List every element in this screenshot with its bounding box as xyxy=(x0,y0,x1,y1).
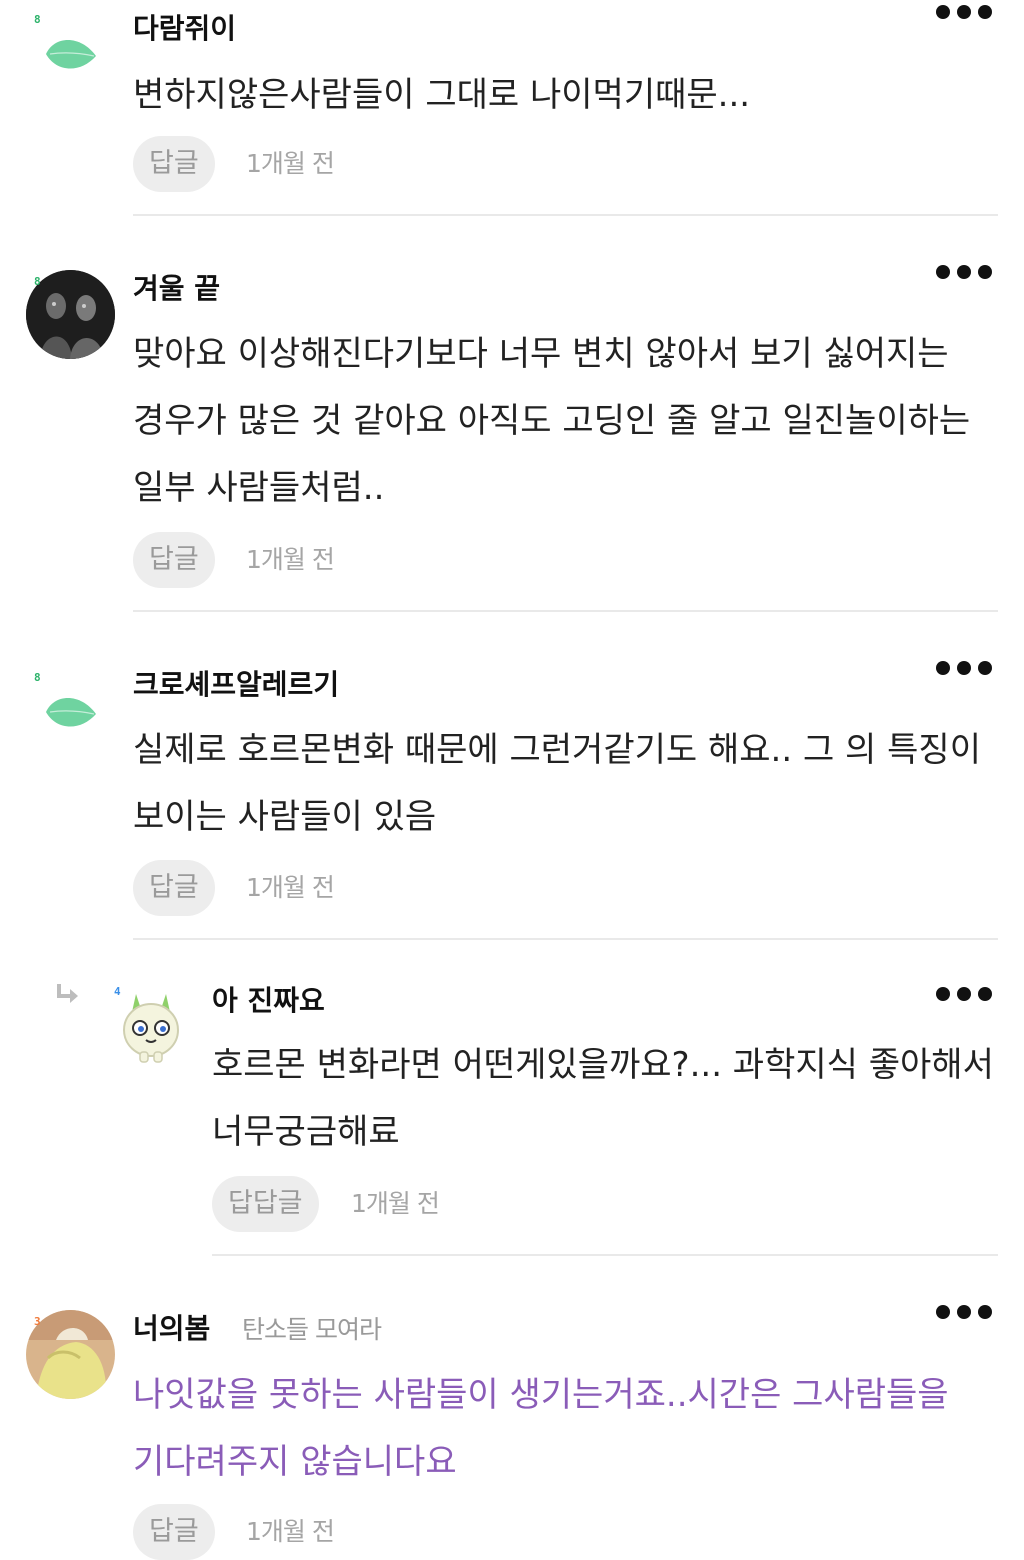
comment-item: 3 너의봄 탄소들 모여라 나잇값을 못하는 사람들이 생기는거죠..시간은 그… xyxy=(0,1290,1024,1560)
comment-time: 1개월 전 xyxy=(351,1189,440,1218)
comment-time: 1개월 전 xyxy=(246,873,335,902)
leaf-icon[interactable] xyxy=(40,32,100,72)
comment-author[interactable]: 다람쥐이 xyxy=(133,12,236,46)
comment-text: 나잇값을 못하는 사람들이 생기는거죠..시간은 그사람들을 기다려주지 않습니… xyxy=(133,1375,949,1482)
comment-text: 실제로 호르몬변화 때문에 그런거같기도 해요.. 그 의 특징이 보이는 사람… xyxy=(133,730,981,837)
comment-author[interactable]: 겨울 끝 xyxy=(133,272,220,306)
level-badge: 8 xyxy=(34,275,41,288)
reply-arrow-icon xyxy=(57,984,78,1003)
comment-author[interactable]: 너의봄 xyxy=(133,1312,210,1346)
more-dot-icon xyxy=(978,661,992,675)
reply-button[interactable]: 답답글 xyxy=(212,1176,319,1232)
more-dot-icon xyxy=(957,661,971,675)
nested-reply-item: 4 아 진짜요 호르몬 변화라면 어떤게있을까요?... 과학지식 좋아해서 너… xyxy=(0,970,1024,1260)
comment-author[interactable]: 크로셰프알레르기 xyxy=(133,668,339,702)
comment-text: 맞아요 이상해진다기보다 너무 변치 않아서 보기 싫어지는 경우가 많은 것 … xyxy=(133,334,971,508)
more-dot-icon xyxy=(936,265,950,279)
comment-item: 8 다람쥐이 변하지않은사람들이 그대로 나이먹기때문... 답글 1개월 전 xyxy=(0,0,1024,218)
more-dot-icon xyxy=(936,661,950,675)
community-tag[interactable]: 탄소들 모여라 xyxy=(242,1313,382,1347)
comment-text: 호르몬 변화라면 어떤게있을까요?... 과학지식 좋아해서 너무궁금해료 xyxy=(212,1045,994,1152)
reply-button[interactable]: 답글 xyxy=(133,1504,215,1560)
leaf-icon[interactable] xyxy=(40,690,100,730)
comment-author[interactable]: 아 진짜요 xyxy=(212,984,325,1018)
divider xyxy=(133,214,998,216)
reply-button[interactable]: 답글 xyxy=(133,860,215,916)
divider xyxy=(133,610,998,612)
divider xyxy=(133,938,998,940)
divider xyxy=(212,1254,998,1256)
more-options-button[interactable] xyxy=(936,984,992,1004)
more-options-button[interactable] xyxy=(936,262,992,282)
more-dot-icon xyxy=(936,1305,950,1319)
more-dot-icon xyxy=(957,265,971,279)
comment-item: 8 겨울 끝 맞아요 이상해진다기보다 너무 변치 않아서 보기 싫어지는 경우… xyxy=(0,250,1024,614)
more-options-button[interactable] xyxy=(936,1302,992,1322)
level-badge: 8 xyxy=(34,13,41,26)
more-dot-icon xyxy=(978,987,992,1001)
level-badge: 8 xyxy=(34,671,41,684)
more-dot-icon xyxy=(957,1305,971,1319)
more-options-button[interactable] xyxy=(936,2,992,22)
character-avatar-icon[interactable] xyxy=(120,990,182,1064)
more-dot-icon xyxy=(978,5,992,19)
more-dot-icon xyxy=(978,265,992,279)
comment-text: 변하지않은사람들이 그대로 나이먹기때문... xyxy=(133,75,751,115)
more-dot-icon xyxy=(936,987,950,1001)
reply-button[interactable]: 답글 xyxy=(133,136,215,192)
more-dot-icon xyxy=(957,987,971,1001)
more-options-button[interactable] xyxy=(936,658,992,678)
more-dot-icon xyxy=(957,5,971,19)
comment-item: 8 크로셰프알레르기 실제로 호르몬변화 때문에 그런거같기도 해요.. 그 의… xyxy=(0,646,1024,942)
more-dot-icon xyxy=(936,5,950,19)
reply-button[interactable]: 답글 xyxy=(133,532,215,588)
level-badge: 3 xyxy=(34,1315,41,1328)
comment-time: 1개월 전 xyxy=(246,149,335,178)
comment-time: 1개월 전 xyxy=(246,1517,335,1546)
more-dot-icon xyxy=(978,1305,992,1319)
comment-time: 1개월 전 xyxy=(246,545,335,574)
